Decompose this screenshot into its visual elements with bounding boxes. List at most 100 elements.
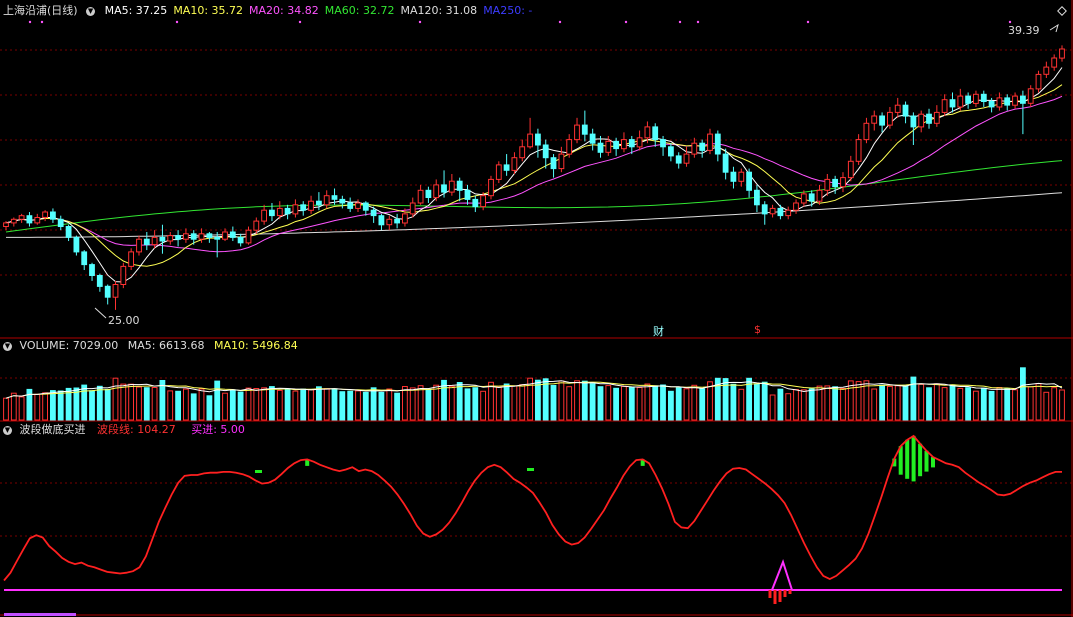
volume-bar [761, 381, 768, 421]
candle-body [347, 202, 354, 209]
candle-body [495, 164, 502, 180]
candle-body [558, 153, 565, 170]
ma5-line [5, 67, 1063, 283]
candle-body [409, 202, 416, 215]
volume-bar [785, 393, 792, 421]
volume-bar [112, 377, 119, 421]
volume-bar [300, 388, 307, 421]
candle-body [441, 184, 447, 193]
volume-bar [840, 388, 846, 421]
volume-bar [159, 380, 166, 421]
candle-body [941, 99, 948, 113]
candle-body [370, 209, 377, 217]
volume-bar [206, 395, 213, 421]
candle-body [605, 140, 612, 153]
candle-body [1059, 48, 1065, 59]
candle-body [902, 104, 909, 117]
volume-bar [808, 388, 815, 421]
volume-bar [730, 383, 737, 421]
volume-bar [339, 391, 346, 421]
volume-bar [652, 385, 659, 421]
volume-bar [738, 388, 745, 421]
candle-body [237, 236, 244, 244]
candle-body [1020, 95, 1026, 104]
bottom-signal-bar [778, 590, 782, 602]
volume-bar [229, 389, 236, 421]
event-dot [558, 20, 562, 24]
candle-body [988, 101, 995, 108]
candle-body [816, 189, 823, 202]
volume-bar [480, 390, 487, 421]
candle-body [863, 122, 870, 141]
candle-body [183, 233, 189, 240]
volume-bar [800, 389, 807, 421]
volume-bar [378, 391, 385, 421]
wave-line [3, 434, 1062, 582]
bottom-signal-bar [788, 590, 792, 594]
volume-bar [261, 387, 268, 421]
indicator-panel-select-icon[interactable]: ▼ [3, 425, 12, 435]
volume-select-icon[interactable]: ▼ [3, 341, 12, 351]
candle-body [456, 180, 463, 191]
candle-body [175, 235, 181, 240]
candle-body [589, 133, 596, 144]
volume-bar [605, 385, 612, 421]
volume-bar [222, 392, 228, 421]
event-dot [806, 20, 810, 24]
candle-body [769, 207, 776, 215]
candle-body [1051, 57, 1058, 68]
candle-body [222, 231, 228, 240]
volume-bar [542, 378, 549, 421]
volume-bar [683, 388, 690, 421]
high-price-label: 39.39 [1008, 24, 1040, 37]
volume-bar [276, 389, 283, 421]
volume-bar [34, 393, 41, 421]
volume-bar [355, 390, 361, 421]
candle-body [128, 251, 134, 267]
volume-bar [558, 380, 565, 421]
candle-body [198, 233, 205, 240]
candle-body [402, 213, 408, 224]
candle-body [1035, 73, 1042, 90]
candle-body [245, 229, 252, 244]
candle-body [926, 113, 932, 124]
indicator-title: 波段做底买进 [19, 423, 86, 436]
candle-body [691, 142, 698, 155]
volume-bar [988, 390, 995, 421]
dividend-badge[interactable]: $ [754, 323, 761, 336]
event-dot [1008, 20, 1012, 24]
volume-bar [347, 390, 354, 421]
volume-bar [707, 381, 713, 421]
volume-bar [104, 389, 111, 421]
candle-body [472, 198, 479, 208]
ma-legend-item: MA250: - [483, 4, 533, 17]
volume-bar [472, 387, 479, 421]
candle-body [50, 211, 56, 220]
candle-body [65, 226, 72, 238]
volume-bar [198, 388, 205, 421]
volume-bar [3, 397, 9, 421]
volume-bar [621, 385, 627, 421]
volume-bar [871, 388, 878, 421]
event-dot [624, 20, 628, 24]
indicator-select-icon[interactable]: ▼ [86, 6, 96, 16]
candle-body [855, 139, 862, 162]
candle-body [143, 238, 150, 246]
volume-bar [214, 380, 221, 421]
volume-bar [816, 385, 823, 421]
volume-bar [519, 384, 526, 421]
volume-ma10: MA10: 5496.84 [213, 339, 298, 352]
volume-bar [316, 386, 322, 421]
volume-bar [754, 383, 760, 421]
candle-body [644, 126, 651, 139]
event-dot [28, 20, 32, 24]
volume-bar [488, 381, 494, 421]
ma20-line [5, 95, 1063, 253]
financial-report-badge[interactable]: 财 [653, 323, 664, 339]
candle-body [362, 202, 369, 211]
candle-body [910, 115, 917, 128]
candle-body [754, 189, 760, 206]
candle-body [284, 207, 291, 215]
candle-body [871, 115, 878, 124]
volume-bar [167, 390, 174, 421]
